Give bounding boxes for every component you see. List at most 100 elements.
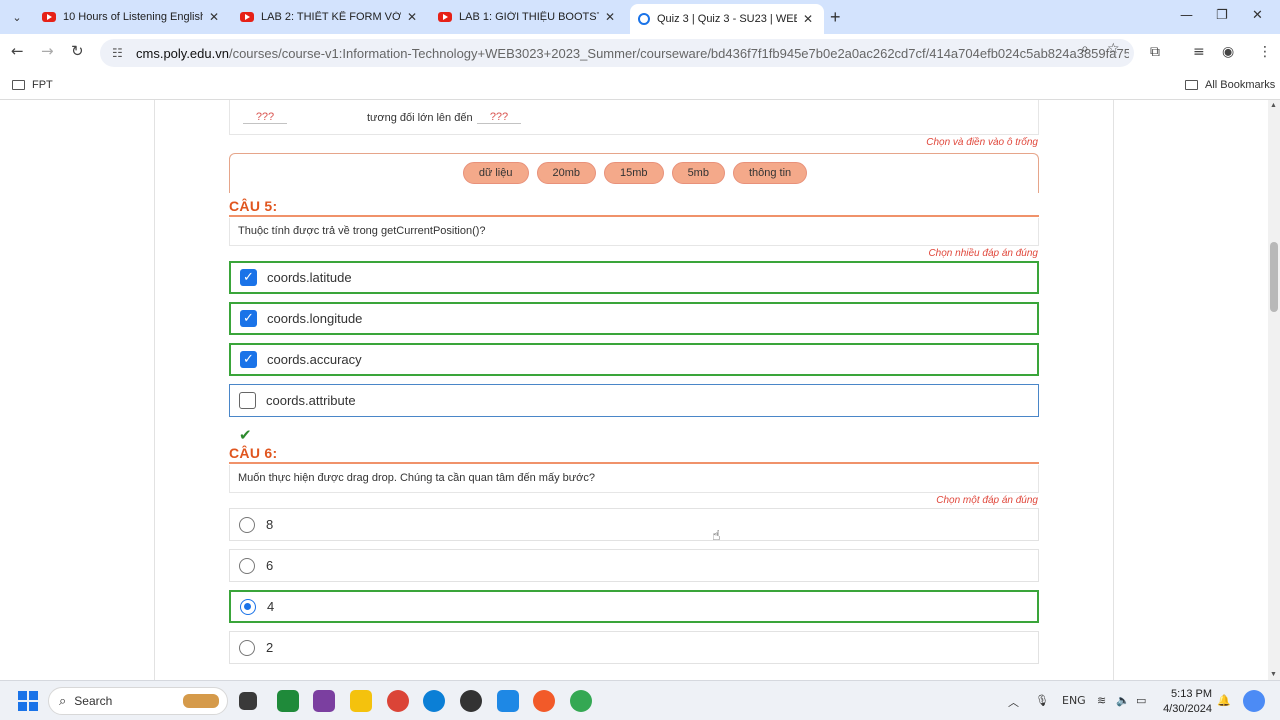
- extensions-icon[interactable]: ⧉: [1150, 44, 1160, 60]
- all-bookmarks[interactable]: All Bookmarks: [1185, 79, 1275, 91]
- youtube-icon: [240, 12, 254, 22]
- taskbar-search[interactable]: ⌕ Search: [48, 687, 228, 715]
- file-explorer-icon[interactable]: [350, 690, 372, 712]
- q6-option-2[interactable]: 2: [229, 631, 1039, 664]
- address-bar[interactable]: ☷ cms.poly.edu.vn /courses/course-v1:Inf…: [100, 39, 1134, 67]
- scroll-thumb[interactable]: [1270, 242, 1278, 312]
- github-desktop-icon[interactable]: [460, 690, 482, 712]
- browser-tab-strip: ⌄ 10 Hours of Listening English P ✕ LAB …: [0, 0, 1280, 34]
- page-scrollbar[interactable]: ▲ ▼: [1268, 100, 1280, 680]
- close-tab-icon[interactable]: ✕: [605, 10, 615, 24]
- choice-chip[interactable]: 5mb: [671, 162, 725, 184]
- profile-avatar-icon[interactable]: ◉: [1222, 44, 1234, 60]
- new-tab-icon[interactable]: +: [830, 7, 841, 28]
- question-6-hint: Chọn một đáp án đúng: [936, 495, 1038, 506]
- chrome-icon[interactable]: [387, 690, 409, 712]
- bookmark-label: FPT: [32, 79, 53, 91]
- minimize-icon[interactable]: —: [1180, 8, 1193, 23]
- close-tab-icon[interactable]: ✕: [803, 12, 813, 26]
- zoom-search-icon[interactable]: ⌕: [1081, 41, 1089, 57]
- tab-listening-english[interactable]: 10 Hours of Listening English P ✕: [34, 4, 230, 30]
- tab-search-chevron-icon[interactable]: ⌄: [6, 6, 28, 28]
- vscode-icon[interactable]: [497, 690, 519, 712]
- task-view-icon[interactable]: [239, 692, 257, 710]
- option-label: 6: [266, 558, 274, 573]
- battery-icon[interactable]: ▭: [1136, 694, 1146, 707]
- photos-icon[interactable]: [313, 690, 335, 712]
- search-highlight-icon: [183, 694, 219, 708]
- choice-chip[interactable]: 15mb: [604, 162, 664, 184]
- youtube-icon: [438, 12, 452, 22]
- question-5-heading: CÂU 5:: [229, 198, 278, 214]
- choice-chip[interactable]: thông tin: [732, 162, 808, 184]
- restore-icon[interactable]: ❐: [1216, 8, 1228, 23]
- search-placeholder: Search: [74, 694, 113, 708]
- chrome-profile-icon[interactable]: [570, 690, 592, 712]
- drag-choices-box: dữ liệu 20mb 15mb 5mb thông tin: [229, 153, 1039, 193]
- folder-icon: [1185, 80, 1198, 90]
- checkbox-checked-icon[interactable]: ✓: [240, 269, 257, 286]
- back-icon[interactable]: ←: [11, 42, 24, 60]
- q5-option-latitude[interactable]: ✓ coords.latitude: [229, 261, 1039, 294]
- blank-slot-2[interactable]: ???: [477, 111, 521, 124]
- correct-check-icon: ✔: [239, 426, 252, 444]
- media-control-icon[interactable]: ≡: [1193, 44, 1205, 60]
- tab-title: 10 Hours of Listening English P: [63, 11, 203, 23]
- menu-kebab-icon[interactable]: ⋮: [1258, 44, 1272, 60]
- close-tab-icon[interactable]: ✕: [209, 10, 219, 24]
- close-tab-icon[interactable]: ✕: [407, 10, 417, 24]
- option-label: 2: [266, 640, 274, 655]
- clock-time: 5:13 PM: [1171, 688, 1212, 700]
- option-label: 8: [266, 517, 274, 532]
- tray-chevron-icon[interactable]: ︿: [1008, 694, 1019, 710]
- youtube-icon: [42, 12, 56, 22]
- scroll-down-icon[interactable]: ▼: [1270, 671, 1277, 678]
- bookmark-fpt[interactable]: FPT: [12, 79, 53, 91]
- reload-icon[interactable]: ↻: [71, 42, 84, 60]
- language-indicator[interactable]: ENG: [1062, 694, 1086, 707]
- scroll-up-icon[interactable]: ▲: [1270, 102, 1277, 109]
- radio-empty-icon[interactable]: [239, 557, 255, 574]
- radio-empty-icon[interactable]: [239, 639, 255, 656]
- radio-selected-icon[interactable]: [240, 598, 256, 615]
- bookmarks-bar: FPT All Bookmarks: [0, 72, 1280, 100]
- postman-icon[interactable]: [533, 690, 555, 712]
- microphone-icon[interactable]: 🎙: [1035, 694, 1049, 707]
- tab-lab2[interactable]: LAB 2: THIẾT KẾ FORM VỚI BOC ✕: [232, 4, 428, 30]
- choice-chip[interactable]: dữ liệu: [462, 162, 529, 184]
- q5-option-attribute[interactable]: coords.attribute: [229, 384, 1039, 417]
- q5-option-longitude[interactable]: ✓ coords.longitude: [229, 302, 1039, 335]
- q6-option-8[interactable]: 8: [229, 508, 1039, 541]
- radio-empty-icon[interactable]: [239, 516, 255, 533]
- question-6-text: Muốn thực hiện được drag drop. Chúng ta …: [229, 465, 1039, 493]
- wifi-icon[interactable]: ≋: [1097, 694, 1106, 707]
- fill-blank-hint: Chọn và điền vào ô trống: [926, 137, 1038, 148]
- fill-blank-text: tương đối lớn lên đến: [367, 112, 473, 124]
- blank-slot-1[interactable]: ???: [243, 111, 287, 124]
- tab-quiz3[interactable]: Quiz 3 | Quiz 3 - SU23 | WEB302 ✕: [630, 4, 824, 34]
- question-6-rule: [229, 462, 1039, 464]
- edge-icon[interactable]: [423, 690, 445, 712]
- option-label: coords.longitude: [267, 311, 363, 326]
- notification-bell-icon[interactable]: 🔔: [1217, 694, 1231, 707]
- quiz-column: ??? tương đối lớn lên đến ??? Chọn và đi…: [154, 100, 1114, 680]
- tab-lab1[interactable]: LAB 1: GIỚI THIỆU BOOTSTRAP ✕: [430, 4, 626, 30]
- forward-icon[interactable]: →: [41, 42, 54, 60]
- checkbox-checked-icon[interactable]: ✓: [240, 351, 257, 368]
- checkbox-empty-icon[interactable]: [239, 392, 256, 409]
- window-close-icon[interactable]: ✕: [1252, 8, 1263, 23]
- checkbox-checked-icon[interactable]: ✓: [240, 310, 257, 327]
- clock[interactable]: 5:13 PM 4/30/2024: [1162, 687, 1212, 717]
- all-bookmarks-label: All Bookmarks: [1205, 79, 1276, 91]
- q5-option-accuracy[interactable]: ✓ coords.accuracy: [229, 343, 1039, 376]
- bookmark-star-icon[interactable]: ☆: [1107, 41, 1120, 57]
- q6-option-4[interactable]: 4: [229, 590, 1039, 623]
- site-info-icon[interactable]: ☷: [112, 46, 126, 60]
- choice-chip[interactable]: 20mb: [536, 162, 597, 184]
- q6-option-6[interactable]: 6: [229, 549, 1039, 582]
- windows-start-icon[interactable]: [18, 691, 38, 711]
- volume-icon[interactable]: 🔈: [1116, 694, 1130, 707]
- choice-chip-row: dữ liệu 20mb 15mb 5mb thông tin: [230, 162, 1040, 184]
- xbox-icon[interactable]: [277, 690, 299, 712]
- copilot-icon[interactable]: [1243, 690, 1265, 712]
